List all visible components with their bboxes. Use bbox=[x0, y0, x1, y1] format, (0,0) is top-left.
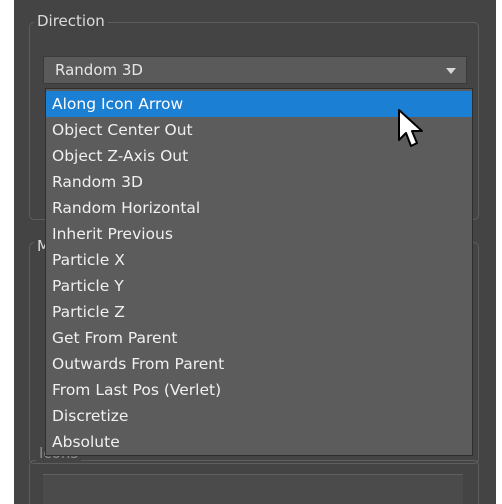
direction-dropdown[interactable]: Random 3D bbox=[43, 56, 467, 84]
dropdown-option-absolute[interactable]: Absolute bbox=[46, 429, 472, 455]
dropdown-option-particle-z[interactable]: Particle Z bbox=[46, 299, 472, 325]
dropdown-option-inherit-previous[interactable]: Inherit Previous bbox=[46, 221, 472, 247]
icons-field bbox=[43, 474, 463, 504]
dropdown-option-random-3d[interactable]: Random 3D bbox=[46, 169, 472, 195]
direction-group-title: Direction bbox=[34, 12, 108, 30]
arrow-pointer-icon bbox=[398, 109, 423, 147]
rollout-panel: Direction Random 3D M Icons Along Icon A… bbox=[14, 0, 496, 504]
dropdown-option-particle-x[interactable]: Particle X bbox=[46, 247, 472, 273]
dropdown-option-discretize[interactable]: Discretize bbox=[46, 403, 472, 429]
dropdown-option-random-horizontal[interactable]: Random Horizontal bbox=[46, 195, 472, 221]
dropdown-option-particle-y[interactable]: Particle Y bbox=[46, 273, 472, 299]
direction-dropdown-value: Random 3D bbox=[55, 61, 143, 79]
dropdown-option-get-from-parent[interactable]: Get From Parent bbox=[46, 325, 472, 351]
chevron-down-icon bbox=[446, 68, 456, 74]
dropdown-option-outwards-from-parent[interactable]: Outwards From Parent bbox=[46, 351, 472, 377]
dropdown-option-from-last-pos-verlet[interactable]: From Last Pos (Verlet) bbox=[46, 377, 472, 403]
